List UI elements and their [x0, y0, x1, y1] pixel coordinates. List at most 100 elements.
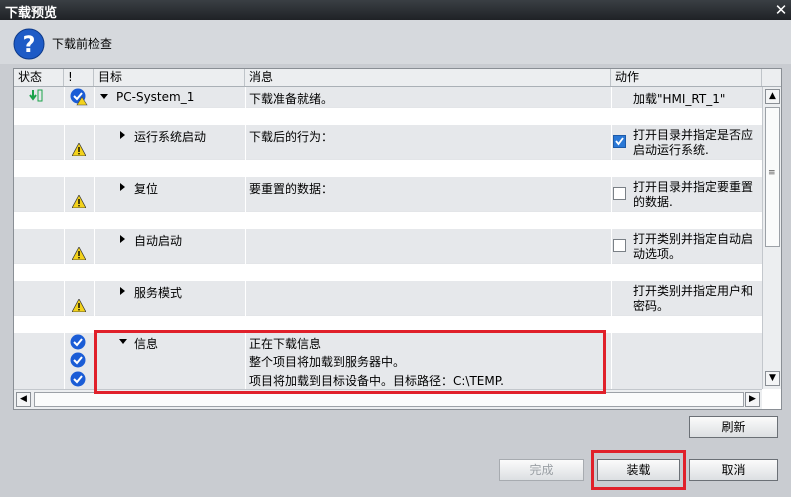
message-cell [245, 281, 611, 315]
message-cell: 要重置的数据： [245, 177, 611, 211]
scroll-down-icon[interactable]: ▼ [765, 371, 780, 386]
spacer-row [14, 263, 762, 282]
target-label: 服务模式 [134, 286, 183, 300]
status-cell [14, 369, 64, 389]
scroll-right-icon[interactable]: ▶ [745, 392, 760, 407]
action-cell: 打开类别并指定自动启动选项。 [611, 229, 762, 263]
svg-text:?: ? [23, 33, 36, 58]
expand-arrow-icon[interactable] [100, 93, 108, 101]
checkmark-icon [615, 137, 624, 146]
status-cell [14, 177, 64, 211]
highlight-box-load [591, 450, 686, 490]
table-row[interactable]: 运行系统启动 下载后的行为： 打开目录并指定是否应启动运行系统. [14, 125, 762, 159]
action-text: 打开目录并指定是否应启动运行系统. [633, 128, 754, 157]
target-label: 运行系统启动 [134, 130, 207, 144]
target-cell: PC-System_1 [94, 87, 245, 107]
table-row[interactable]: 自动启动 打开类别并指定自动启动选项。 [14, 229, 762, 263]
action-cell[interactable]: 加载"HMI_RT_1" [611, 87, 762, 107]
status-cell [14, 229, 64, 263]
window-title: 下载预览 [5, 6, 58, 21]
excl-cell [64, 281, 94, 315]
excl-cell [64, 87, 94, 107]
table-row[interactable]: 复位 要重置的数据： 打开目录并指定要重置的数据. [14, 177, 762, 211]
check-icon [70, 371, 86, 387]
column-header-corner [762, 69, 781, 86]
warning-icon [72, 299, 86, 312]
question-icon: ? [13, 28, 45, 60]
warning-icon [72, 143, 86, 156]
action-text: 打开目录并指定要重置的数据. [633, 180, 754, 209]
target-cell: 复位 [94, 177, 245, 211]
action-cell: 打开目录并指定是否应启动运行系统. [611, 125, 762, 159]
expand-arrow-icon[interactable] [119, 287, 127, 295]
excl-cell [64, 369, 94, 389]
excl-cell [64, 125, 94, 159]
message-text: 下载后的行为： [249, 130, 334, 144]
column-divider [611, 87, 612, 389]
column-header-action[interactable]: 动作 [611, 69, 762, 86]
status-cell [14, 125, 64, 159]
status-cell [14, 87, 64, 107]
expand-arrow-icon[interactable] [119, 235, 127, 243]
target-cell: 自动启动 [94, 229, 245, 263]
message-text: 下载准备就绪。 [249, 92, 334, 106]
action-cell: 打开目录并指定要重置的数据. [611, 177, 762, 211]
target-cell: 运行系统启动 [94, 125, 245, 159]
spacer-row [14, 107, 762, 126]
spacer-row [14, 159, 762, 178]
excl-cell [64, 177, 94, 211]
spacer-row [14, 211, 762, 230]
warning-icon [72, 247, 86, 260]
refresh-button[interactable]: 刷新 [689, 416, 778, 438]
excl-cell [64, 333, 94, 351]
target-cell: 服务模式 [94, 281, 245, 315]
finish-button[interactable]: 完成 [499, 459, 584, 481]
action-text: 加载"HMI_RT_1" [633, 92, 726, 106]
download-preview-window: 下载预览 ✕ ? 下载前检查 状态 ! 目标 消息 动作 PC-System_1… [0, 0, 791, 497]
check-icon [70, 334, 86, 350]
message-cell: 下载后的行为： [245, 125, 611, 159]
table-row[interactable]: PC-System_1 下载准备就绪。 加载"HMI_RT_1" [14, 87, 762, 107]
highlight-box-info [94, 330, 606, 394]
action-checkbox[interactable] [613, 239, 626, 252]
title-bar: 下载预览 ✕ [0, 0, 791, 21]
column-header-row: 状态 ! 目标 消息 动作 [14, 69, 781, 87]
status-cell [14, 281, 64, 315]
download-status-icon [29, 89, 43, 102]
column-header-target[interactable]: 目标 [94, 69, 245, 86]
dialog-header: ? 下载前检查 [0, 20, 791, 64]
message-text: 要重置的数据： [249, 182, 334, 196]
target-label: 自动启动 [134, 234, 183, 248]
action-text: 打开类别并指定自动启动选项。 [633, 232, 754, 261]
column-divider [64, 87, 65, 389]
action-cell: 打开类别并指定用户和密码。 [611, 281, 762, 315]
column-header-excl[interactable]: ! [64, 69, 94, 86]
cancel-button[interactable]: 取消 [689, 459, 778, 481]
column-header-status[interactable]: 状态 [14, 69, 64, 86]
close-icon[interactable]: ✕ [773, 2, 789, 18]
table-row[interactable]: 服务模式 打开类别并指定用户和密码。 [14, 281, 762, 315]
target-label: PC-System_1 [116, 90, 195, 104]
scroll-thumb-h[interactable] [34, 392, 744, 407]
warning-icon [72, 195, 86, 208]
status-cell [14, 333, 64, 351]
excl-cell [64, 229, 94, 263]
status-cell [14, 351, 64, 369]
scroll-left-icon[interactable]: ◀ [16, 392, 31, 407]
action-text: 打开类别并指定用户和密码。 [633, 284, 754, 313]
action-checkbox[interactable] [613, 135, 626, 148]
action-checkbox[interactable] [613, 187, 626, 200]
action-cell [611, 369, 762, 389]
header-title: 下载前检查 [52, 37, 113, 51]
check-warning-icon [70, 88, 88, 106]
message-cell: 下载准备就绪。 [245, 87, 611, 107]
expand-arrow-icon[interactable] [119, 183, 127, 191]
excl-cell [64, 351, 94, 369]
expand-arrow-icon[interactable] [119, 131, 127, 139]
check-icon [70, 352, 86, 368]
column-header-message[interactable]: 消息 [245, 69, 611, 86]
scroll-thumb[interactable]: ≡ [765, 107, 780, 247]
target-label: 复位 [134, 182, 159, 196]
vertical-scrollbar[interactable]: ▲ ≡ ▼ [762, 87, 781, 389]
scroll-up-icon[interactable]: ▲ [765, 89, 780, 104]
